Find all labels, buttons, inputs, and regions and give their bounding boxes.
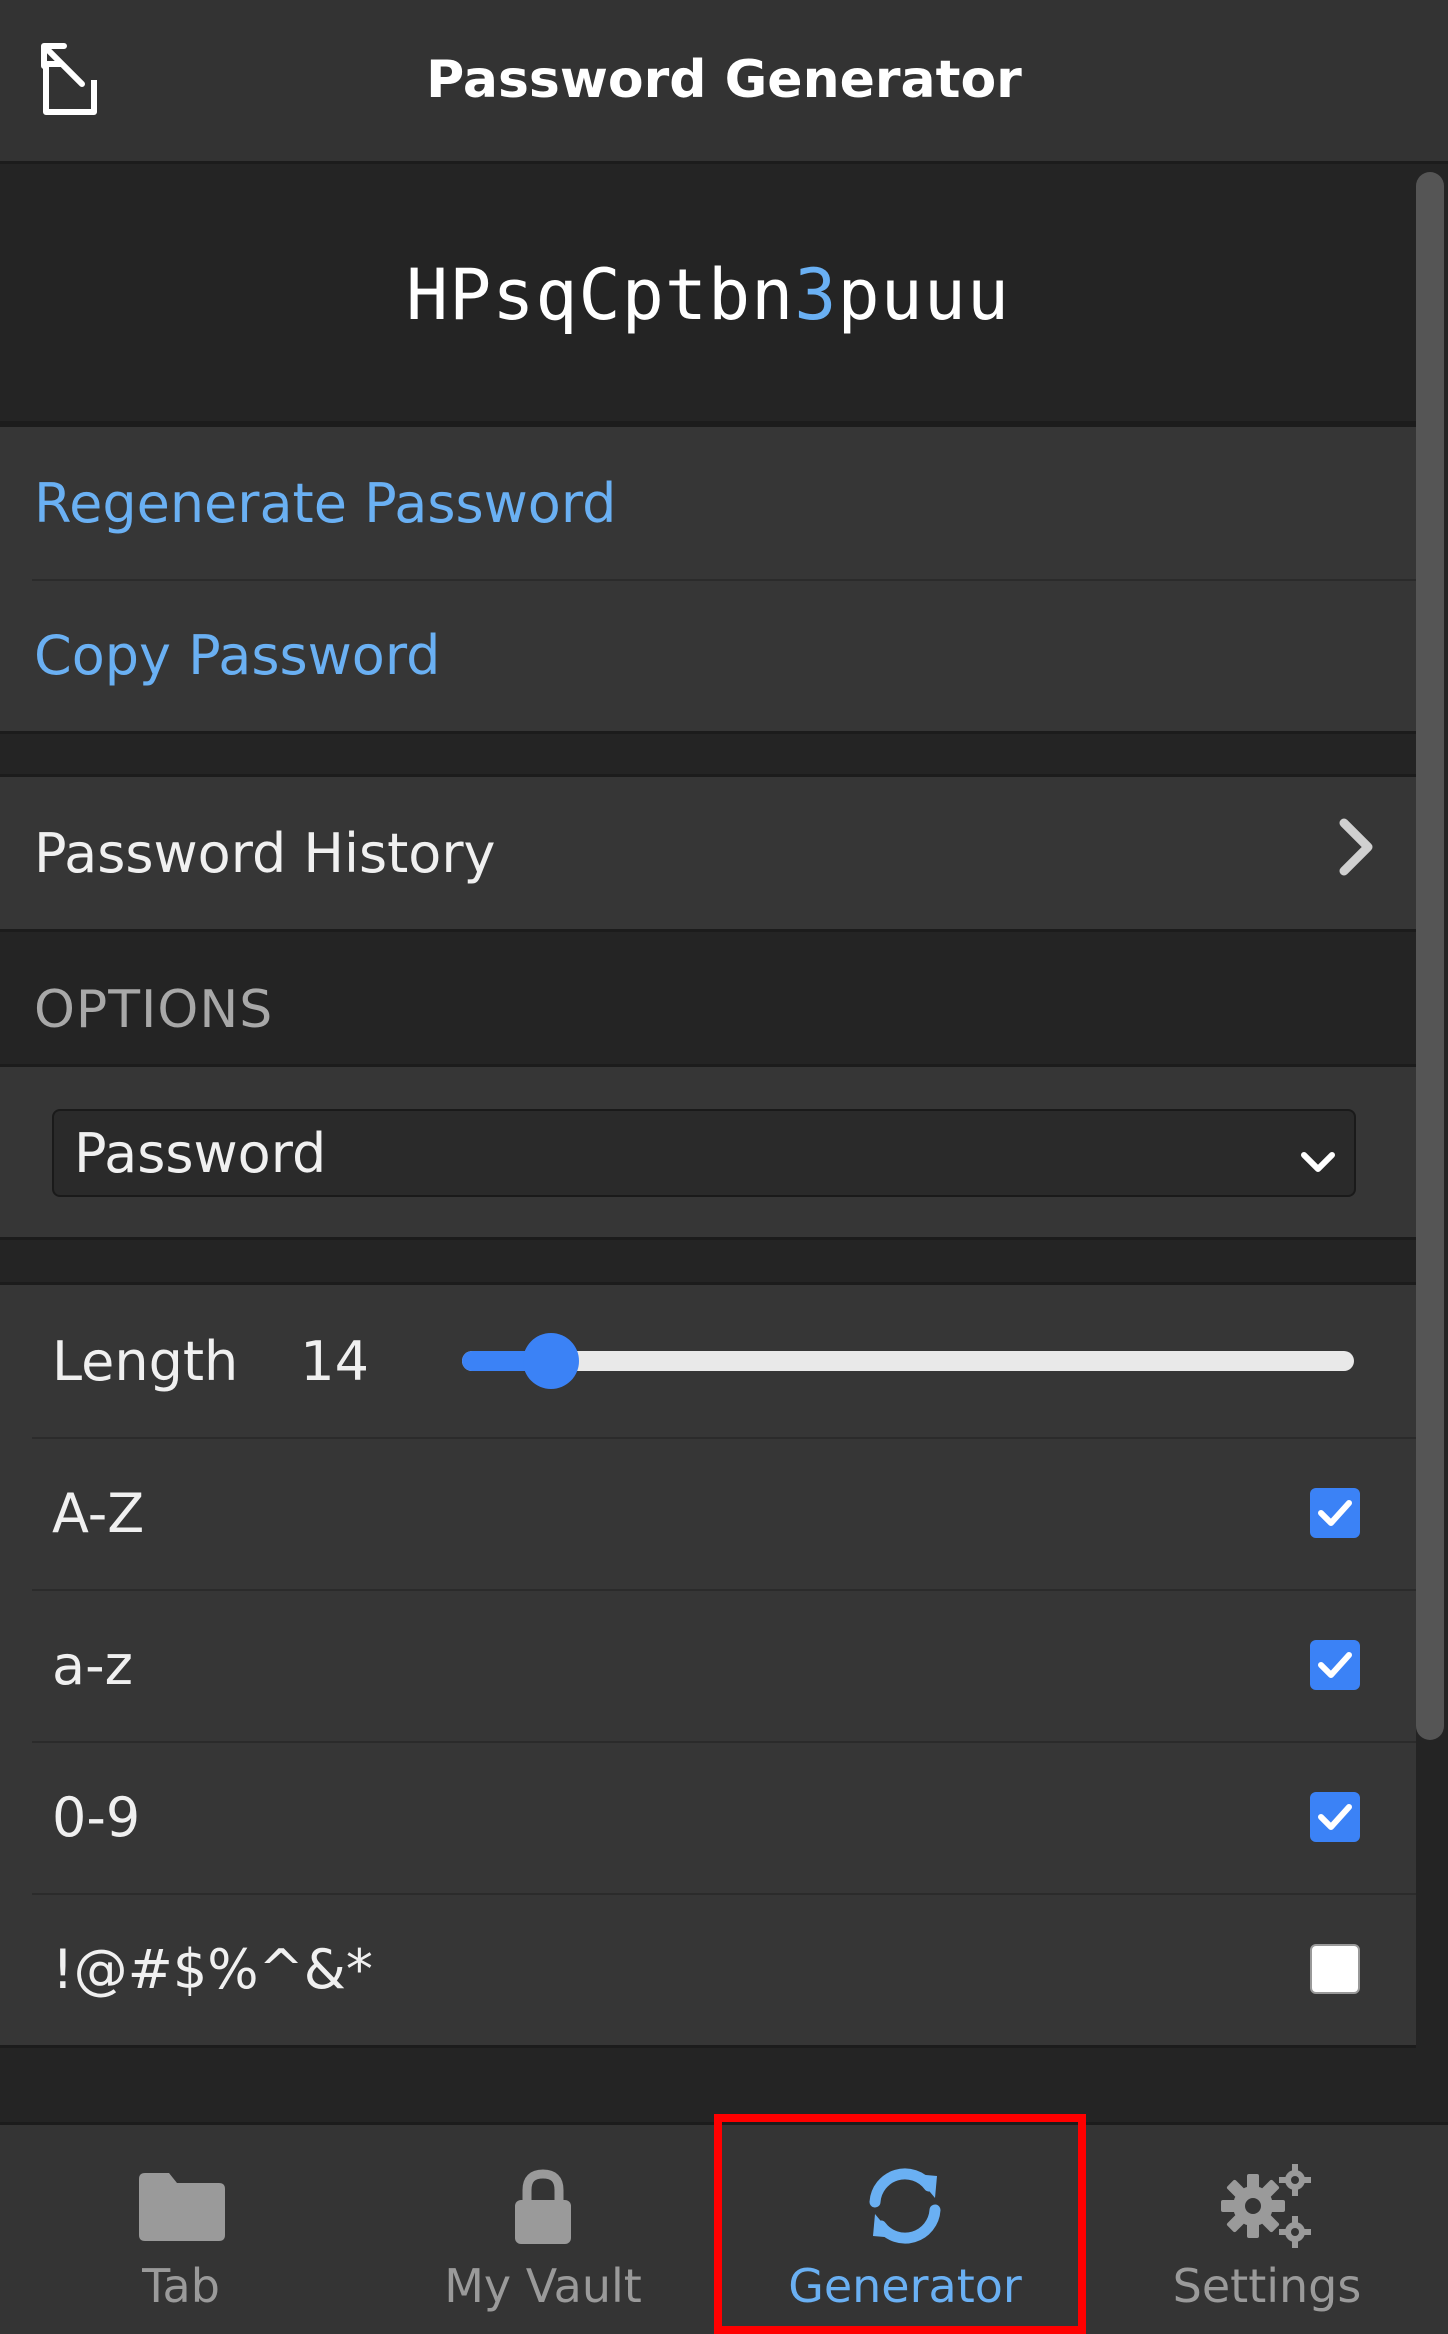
tab-settings[interactable]: Settings	[1086, 2125, 1448, 2334]
length-row: Length 14	[0, 1285, 1416, 1437]
tab-label: Generator	[788, 2259, 1022, 2313]
type-select-group: Password	[0, 1064, 1416, 1240]
tab-tab[interactable]: Tab	[0, 2125, 362, 2334]
option-row-uppercase[interactable]: A-Z	[0, 1437, 1416, 1589]
length-slider-thumb[interactable]	[523, 1333, 580, 1389]
gears-icon	[1215, 2161, 1319, 2251]
refresh-icon	[863, 2161, 947, 2251]
option-row-lowercase[interactable]: a-z	[0, 1589, 1416, 1741]
lock-icon	[511, 2161, 575, 2251]
chevron-down-icon	[1296, 1133, 1340, 1196]
password-history-label: Password History	[34, 821, 496, 885]
tab-label: Tab	[142, 2259, 220, 2313]
option-label-uppercase: A-Z	[52, 1481, 145, 1545]
tab-generator[interactable]: Generator	[724, 2125, 1086, 2334]
copy-password-button[interactable]: Copy Password	[0, 579, 1416, 731]
options-section-label: OPTIONS	[34, 980, 274, 1040]
option-label-numbers: 0-9	[52, 1785, 141, 1849]
password-actions: Regenerate Password Copy Password	[0, 424, 1416, 734]
password-part-suffix: puuu	[837, 253, 1011, 336]
generated-password-display: HPsqCptbn3puuu	[0, 168, 1416, 424]
tab-label: My Vault	[444, 2259, 642, 2313]
length-value: 14	[300, 1329, 369, 1393]
tab-my-vault[interactable]: My Vault	[362, 2125, 724, 2334]
folder-icon	[135, 2161, 227, 2251]
regenerate-password-button[interactable]: Regenerate Password	[0, 427, 1416, 579]
tab-label: Settings	[1172, 2259, 1362, 2313]
page-title: Password Generator	[426, 50, 1022, 110]
scrollbar[interactable]	[1416, 164, 1448, 2124]
generator-type-select[interactable]: Password	[52, 1109, 1356, 1197]
length-slider[interactable]	[462, 1333, 1354, 1389]
special-checkbox[interactable]	[1310, 1944, 1360, 1994]
chevron-right-icon	[1336, 817, 1376, 890]
tab-bar: Tab My Vault Generator Settings	[0, 2122, 1448, 2334]
password-part-digit: 3	[794, 253, 838, 336]
password-history-group: Password History	[0, 774, 1416, 932]
scrollbar-thumb[interactable]	[1416, 172, 1444, 1740]
numbers-checkbox[interactable]	[1310, 1792, 1360, 1842]
generator-type-value: Password	[74, 1121, 327, 1185]
length-label: Length	[52, 1329, 239, 1393]
options-group: Length 14 A-Z a-z 0-9 !@#$%^&*	[0, 1282, 1416, 2048]
generated-password: HPsqCptbn3puuu	[406, 254, 1010, 336]
option-row-special[interactable]: !@#$%^&*	[0, 1893, 1416, 2045]
password-part-prefix: HPsqCptbn	[405, 253, 795, 336]
lowercase-checkbox[interactable]	[1310, 1640, 1360, 1690]
option-row-numbers[interactable]: 0-9	[0, 1741, 1416, 1893]
header: Password Generator	[0, 0, 1448, 164]
password-history-link[interactable]: Password History	[0, 777, 1416, 929]
uppercase-checkbox[interactable]	[1310, 1488, 1360, 1538]
option-label-special: !@#$%^&*	[52, 1937, 373, 2001]
option-label-lowercase: a-z	[52, 1633, 133, 1697]
